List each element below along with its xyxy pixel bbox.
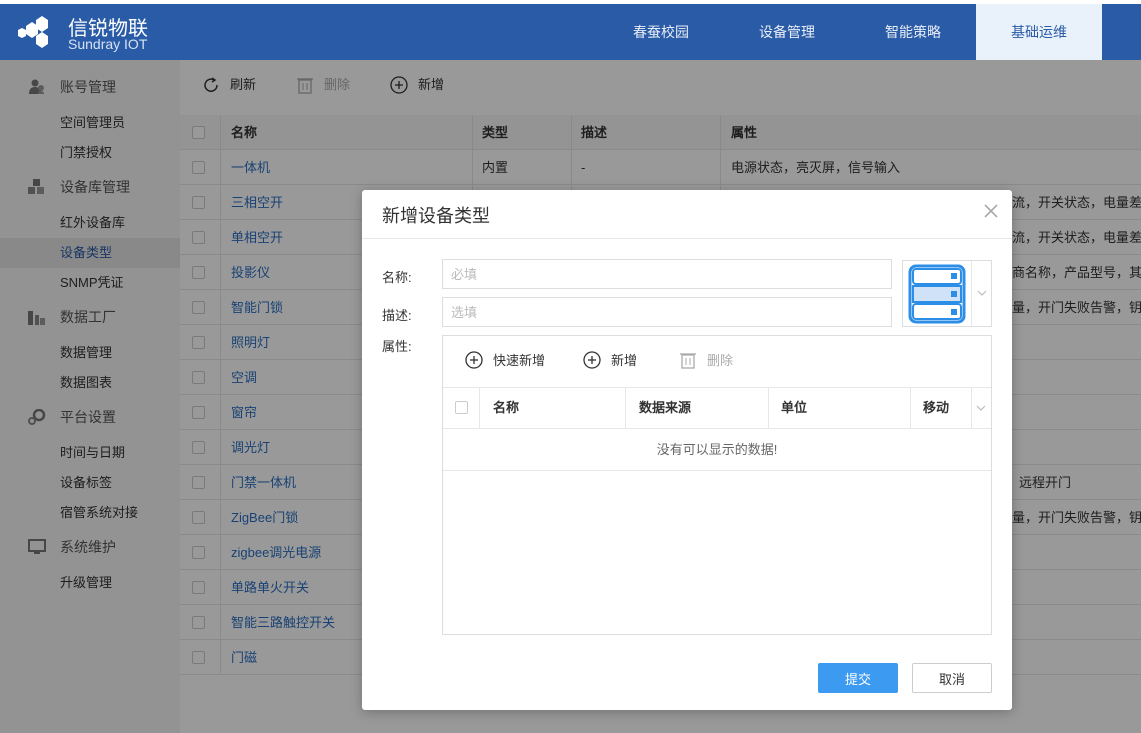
desc-input[interactable] [442,297,892,327]
server-icon [908,264,966,324]
nav-tab-basic-ops[interactable]: 基础运维 [976,4,1102,60]
attr-header-source: 数据来源 [639,400,692,415]
attr-add-button[interactable]: 新增 [583,350,643,372]
attr-header-unit: 单位 [781,400,808,415]
attr-empty-message: 没有可以显示的数据! [443,429,991,471]
nav-tab-device-management[interactable]: 设备管理 [724,4,850,60]
nav-tab-smart-strategy[interactable]: 智能策略 [850,4,976,60]
plus-circle-icon [465,351,483,369]
plus-circle-icon [583,351,601,369]
attr-label: 属性: [382,339,412,354]
nav-right-strip [1102,4,1141,60]
chevron-down-icon[interactable] [976,404,986,412]
attr-delete-button[interactable]: 删除 [679,350,739,372]
trash-icon [680,353,696,369]
name-label: 名称: [382,270,412,285]
attr-header-move: 移动 [923,400,950,415]
name-input[interactable] [442,259,892,289]
brand-logo[interactable]: 信锐物联 Sundray IOT [18,10,178,54]
cancel-button[interactable]: 取消 [912,663,992,693]
attr-header-name: 名称 [493,400,520,415]
add-device-type-dialog: 新增设备类型 名称: 描述: 属性: 快速新增 新增 删除 [362,190,1012,710]
dialog-divider [362,238,1012,239]
quick-add-button[interactable]: 快速新增 [465,350,555,372]
brand-subtitle: Sundray IOT [68,36,148,52]
desc-label: 描述: [382,308,412,323]
logo-hexagons-icon [18,16,48,48]
attr-select-all-checkbox[interactable] [455,401,468,414]
attr-table-header: 名称 数据来源 单位 移动 [443,387,991,429]
submit-button[interactable]: 提交 [818,663,898,693]
dialog-title: 新增设备类型 [382,206,490,226]
chevron-down-icon[interactable] [977,289,987,297]
top-header: 信锐物联 Sundray IOT 春蚕校园 设备管理 智能策略 基础运维 [0,4,1141,60]
close-icon[interactable] [982,202,1000,220]
attributes-panel: 快速新增 新增 删除 名称 数据来源 单位 移动 没有可以显示的数据! [442,335,992,635]
nav-tab-campus[interactable]: 春蚕校园 [598,4,724,60]
device-icon-picker[interactable] [902,260,992,327]
